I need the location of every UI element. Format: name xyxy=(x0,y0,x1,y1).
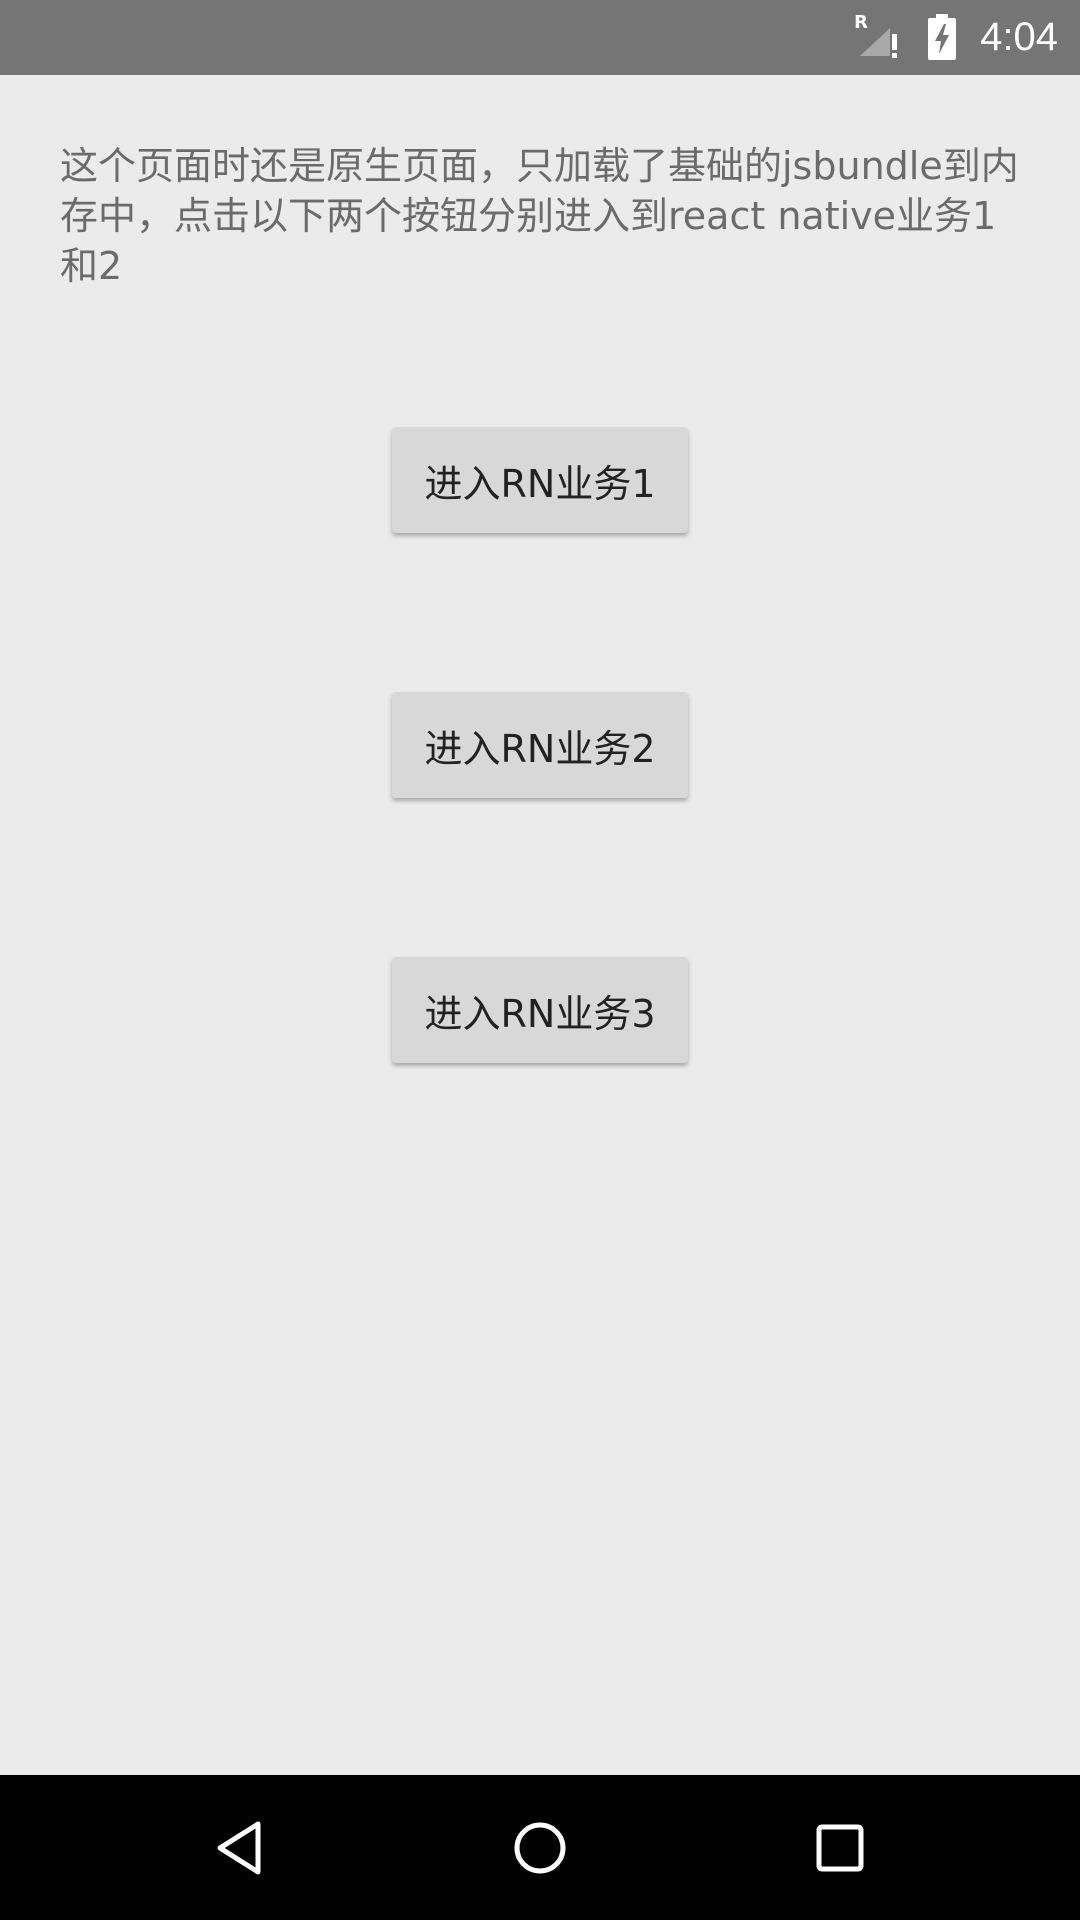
main-content: 这个页面时还是原生页面，只加载了基础的jsbundle到内存中，点击以下两个按钮… xyxy=(0,75,1080,1775)
back-icon xyxy=(217,1821,261,1874)
app-screen: R 4:04 这个页面时还是原生页面，只加载了基础的jsbundle到内存中，点… xyxy=(0,0,1080,1920)
enter-rn-business-3-button[interactable]: 进入RN业务3 xyxy=(392,957,688,1063)
enter-rn-business-1-button[interactable]: 进入RN业务1 xyxy=(392,427,688,533)
enter-rn-business-2-button[interactable]: 进入RN业务2 xyxy=(392,692,688,798)
button-label: 进入RN业务3 xyxy=(424,991,656,1036)
status-icons: R 4:04 xyxy=(852,0,1058,75)
home-button[interactable] xyxy=(460,1775,620,1920)
intro-text: 这个页面时还是原生页面，只加载了基础的jsbundle到内存中，点击以下两个按钮… xyxy=(60,144,1019,288)
roaming-indicator: R xyxy=(854,11,869,33)
battery-charging-icon xyxy=(928,13,957,60)
navigation-bar xyxy=(0,1775,1080,1920)
signal-roaming-icon: R xyxy=(852,11,904,62)
status-bar: R 4:04 xyxy=(0,0,1080,75)
button-label: 进入RN业务2 xyxy=(424,726,656,771)
home-icon xyxy=(514,1822,566,1873)
recents-button[interactable] xyxy=(760,1775,920,1920)
button-label: 进入RN业务1 xyxy=(424,461,656,506)
recents-icon xyxy=(816,1824,864,1871)
clock: 4:04 xyxy=(980,15,1058,59)
back-button[interactable] xyxy=(160,1775,320,1920)
